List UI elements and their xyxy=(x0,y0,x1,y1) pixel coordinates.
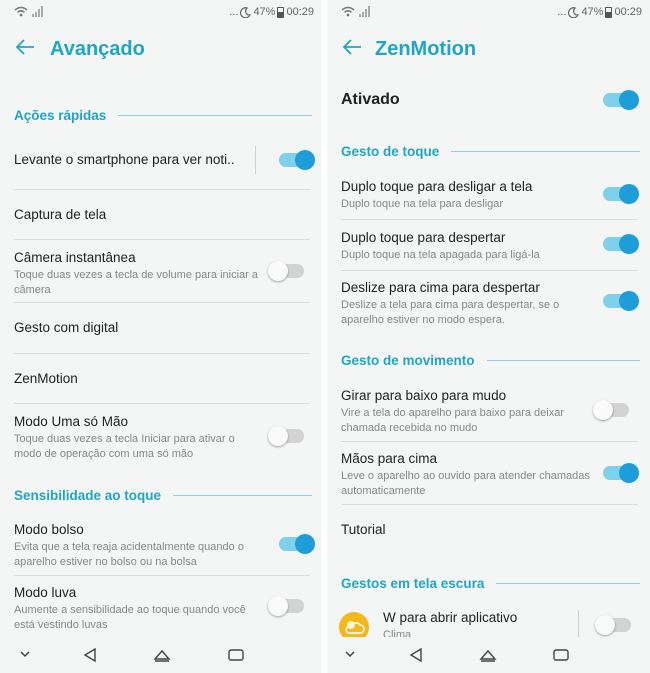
setting-row-instant-camera[interactable]: Câmera instantânea Toque duas vezes a te… xyxy=(14,250,262,298)
setting-title: W para abrir aplicativo xyxy=(383,610,518,625)
setting-subtitle: Deslize a tela para cima para despertar,… xyxy=(341,299,560,326)
notification-dots: ... xyxy=(229,6,239,18)
clock: 00:29 xyxy=(614,6,642,18)
battery-percent: 47% xyxy=(253,6,276,18)
setting-row-pocket-mode[interactable]: Modo bolso Evita que a tela reaja aciden… xyxy=(14,522,262,570)
setting-title: Mãos para cima xyxy=(341,451,438,466)
back-arrow-icon[interactable] xyxy=(14,36,36,58)
setting-row-screenshot[interactable]: Captura de tela xyxy=(14,207,312,222)
setting-subtitle: Toque duas vezes a tecla Iniciar para at… xyxy=(14,433,235,460)
triangle-back-icon[interactable] xyxy=(409,647,423,663)
setting-title: Girar para baixo para mudo xyxy=(341,388,507,403)
setting-title: Tutorial xyxy=(341,522,386,537)
toggle-flip-to-mute[interactable] xyxy=(593,400,629,420)
navigation-bar xyxy=(327,637,650,673)
toggle-one-hand-mode[interactable] xyxy=(268,426,304,446)
setting-title: Modo bolso xyxy=(14,522,84,537)
setting-title: Modo luva xyxy=(14,585,77,600)
section-header-touch-sensitivity: Sensibilidade ao toque xyxy=(14,485,312,505)
home-icon[interactable] xyxy=(153,647,171,663)
battery-icon xyxy=(277,6,285,18)
toggle-swipe-up-wake[interactable] xyxy=(603,291,639,311)
wifi-icon xyxy=(341,6,355,17)
setting-row-master-enabled[interactable]: Ativado xyxy=(341,91,640,109)
setting-title: Modo Uma só Mão xyxy=(14,414,129,429)
toggle-double-tap-off[interactable] xyxy=(603,184,639,204)
page-title: ZenMotion xyxy=(375,38,477,60)
setting-row-fingerprint-gesture[interactable]: Gesto com digital xyxy=(14,320,312,335)
triangle-back-icon[interactable] xyxy=(83,647,97,663)
chevron-down-icon[interactable] xyxy=(343,647,357,661)
moon-icon xyxy=(240,6,252,18)
recents-icon[interactable] xyxy=(552,647,570,663)
toggle-pocket-mode[interactable] xyxy=(279,534,315,554)
setting-row-double-tap-off[interactable]: Duplo toque para desligar a tela Duplo t… xyxy=(341,179,590,212)
setting-title: Câmera instantânea xyxy=(14,250,136,265)
setting-title: Levante o smartphone para ver noti.. xyxy=(14,152,235,167)
toggle-double-tap-wake[interactable] xyxy=(603,234,639,254)
notification-dots: ... xyxy=(557,6,567,18)
setting-title: Captura de tela xyxy=(14,207,107,222)
app-bar: ZenMotion xyxy=(327,34,650,70)
battery-percent: 47% xyxy=(581,6,604,18)
setting-row-double-tap-wake[interactable]: Duplo toque para despertar Duplo toque n… xyxy=(341,230,590,263)
moon-icon xyxy=(568,6,580,18)
setting-title: Ativado xyxy=(341,91,400,108)
setting-subtitle: Evita que a tela reaja acidentalmente qu… xyxy=(14,541,244,568)
setting-title: Deslize para cima para despertar xyxy=(341,280,540,295)
wifi-icon xyxy=(14,6,28,17)
setting-subtitle: Vire a tela do aparelho para baixo para … xyxy=(341,407,565,434)
signal-icon xyxy=(32,6,43,17)
setting-subtitle: Toque duas vezes a tecla de volume para … xyxy=(14,269,258,296)
setting-title: Duplo toque para desligar a tela xyxy=(341,179,533,194)
home-icon[interactable] xyxy=(479,647,497,663)
recents-icon[interactable] xyxy=(227,647,245,663)
setting-row-raise-to-view[interactable]: Levante o smartphone para ver noti.. xyxy=(14,152,312,167)
setting-row-swipe-up-wake[interactable]: Deslize para cima para despertar Deslize… xyxy=(341,280,590,328)
setting-title: ZenMotion xyxy=(14,371,78,386)
setting-row-glove-mode[interactable]: Modo luva Aumente a sensibilidade ao toq… xyxy=(14,585,262,633)
navigation-bar xyxy=(0,637,322,673)
setting-subtitle: Leve o aparelho ao ouvido para atender c… xyxy=(341,470,590,497)
setting-row-flip-to-mute[interactable]: Girar para baixo para mudo Vire a tela d… xyxy=(341,388,590,436)
toggle-glove-mode[interactable] xyxy=(268,596,304,616)
chevron-down-icon[interactable] xyxy=(18,647,32,661)
section-header-motion-gesture: Gesto de movimento xyxy=(341,350,640,370)
toggle-w-open-app[interactable] xyxy=(595,615,631,635)
status-bar: ... 47% 00:29 xyxy=(0,0,322,26)
setting-row-tutorial[interactable]: Tutorial xyxy=(341,522,640,537)
toggle-hands-up[interactable] xyxy=(603,463,639,483)
battery-icon xyxy=(605,6,613,18)
toggle-raise-to-view[interactable] xyxy=(279,150,315,170)
setting-row-zenmotion[interactable]: ZenMotion xyxy=(14,371,312,386)
zenmotion-settings-screen: ... 47% 00:29 ZenMotion Ativado Gesto de… xyxy=(327,0,650,673)
section-header-screen-off-gestures: Gestos em tela escura xyxy=(341,573,640,593)
toggle-instant-camera[interactable] xyxy=(268,261,304,281)
clock: 00:29 xyxy=(286,6,314,18)
status-bar: ... 47% 00:29 xyxy=(327,0,650,26)
setting-row-one-hand-mode[interactable]: Modo Uma só Mão Toque duas vezes a tecla… xyxy=(14,414,262,462)
signal-icon xyxy=(359,6,370,17)
page-title: Avançado xyxy=(50,38,145,60)
advanced-settings-screen: ... 47% 00:29 Avançado Ações rápidas Lev… xyxy=(0,0,322,673)
section-header-quick-actions: Ações rápidas xyxy=(14,105,312,125)
section-header-touch-gesture: Gesto de toque xyxy=(341,141,640,161)
setting-subtitle: Duplo toque na tela para desligar xyxy=(341,198,504,210)
app-bar: Avançado xyxy=(0,34,322,70)
setting-title: Duplo toque para despertar xyxy=(341,230,506,245)
setting-row-hands-up[interactable]: Mãos para cima Leve o aparelho ao ouvido… xyxy=(341,451,590,499)
setting-title: Gesto com digital xyxy=(14,320,119,335)
setting-subtitle: Aumente a sensibilidade ao toque quando … xyxy=(14,604,246,631)
back-arrow-icon[interactable] xyxy=(341,36,363,58)
setting-subtitle: Duplo toque na tela apagada para ligá-la xyxy=(341,249,540,261)
toggle-master-enabled[interactable] xyxy=(603,90,639,110)
